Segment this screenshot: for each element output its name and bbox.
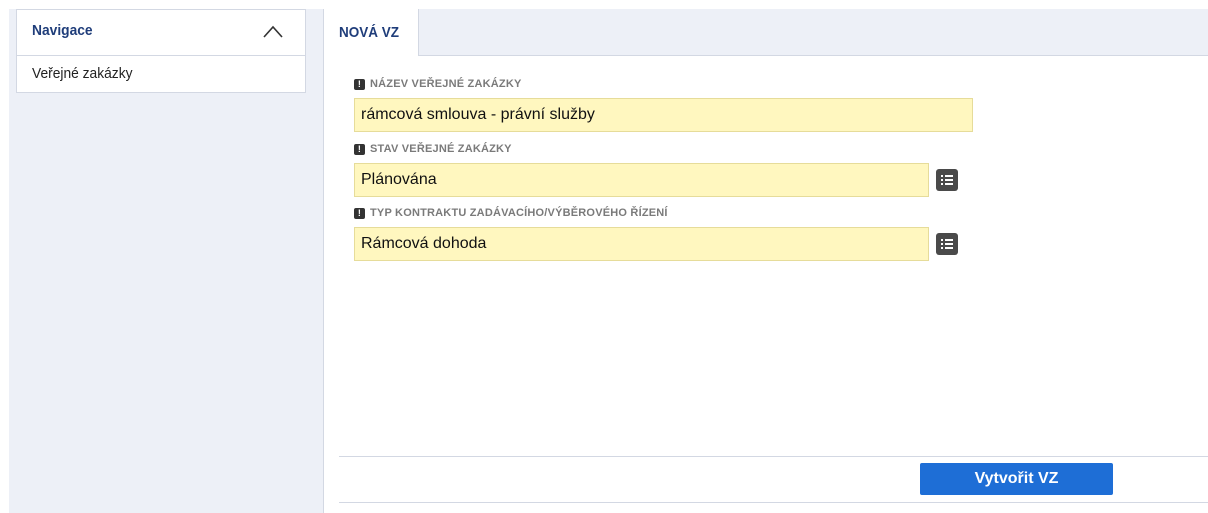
list-icon xyxy=(941,239,953,249)
navigation-title: Navigace xyxy=(32,22,93,39)
tab-bar: NOVÁ VZ xyxy=(326,9,1208,56)
field-label-stav: ! STAV VEŘEJNÉ ZAKÁZKY xyxy=(354,143,512,155)
field-label-typ: ! TYP KONTRAKTU ZADÁVACÍHO/VÝBĚROVÉHO ŘÍ… xyxy=(354,207,668,219)
typ-list-button[interactable] xyxy=(936,233,958,255)
field-label-nazev: ! NÁZEV VEŘEJNÉ ZAKÁZKY xyxy=(354,78,522,90)
chevron-up-icon[interactable] xyxy=(263,24,283,38)
nazev-zakazky-input[interactable] xyxy=(354,98,973,132)
field-label-text: NÁZEV VEŘEJNÉ ZAKÁZKY xyxy=(370,78,522,90)
field-label-text: TYP KONTRAKTU ZADÁVACÍHO/VÝBĚROVÉHO ŘÍZE… xyxy=(370,207,668,219)
pane-divider xyxy=(323,9,324,513)
field-label-text: STAV VEŘEJNÉ ZAKÁZKY xyxy=(370,143,512,155)
navigation-header[interactable]: Navigace xyxy=(17,10,305,56)
footer-divider-top xyxy=(339,456,1208,457)
tab-label: NOVÁ VZ xyxy=(339,24,400,41)
typ-kontraktu-input[interactable] xyxy=(354,227,929,261)
footer-divider-bottom xyxy=(339,502,1208,503)
required-icon: ! xyxy=(354,143,365,155)
create-vz-button[interactable]: Vytvořit VZ xyxy=(920,463,1113,495)
navigation-panel: Navigace Veřejné zakázky xyxy=(16,9,306,93)
required-icon: ! xyxy=(354,78,365,90)
required-icon: ! xyxy=(354,207,365,219)
left-pane: Navigace Veřejné zakázky xyxy=(9,9,323,513)
list-icon xyxy=(941,175,953,185)
nav-item-label: Veřejné zakázky xyxy=(32,65,133,82)
stav-zakazky-input[interactable] xyxy=(354,163,929,197)
tab-nova-vz[interactable]: NOVÁ VZ xyxy=(326,9,419,56)
nav-item-verejne-zakazky[interactable]: Veřejné zakázky xyxy=(17,56,305,92)
stav-list-button[interactable] xyxy=(936,169,958,191)
